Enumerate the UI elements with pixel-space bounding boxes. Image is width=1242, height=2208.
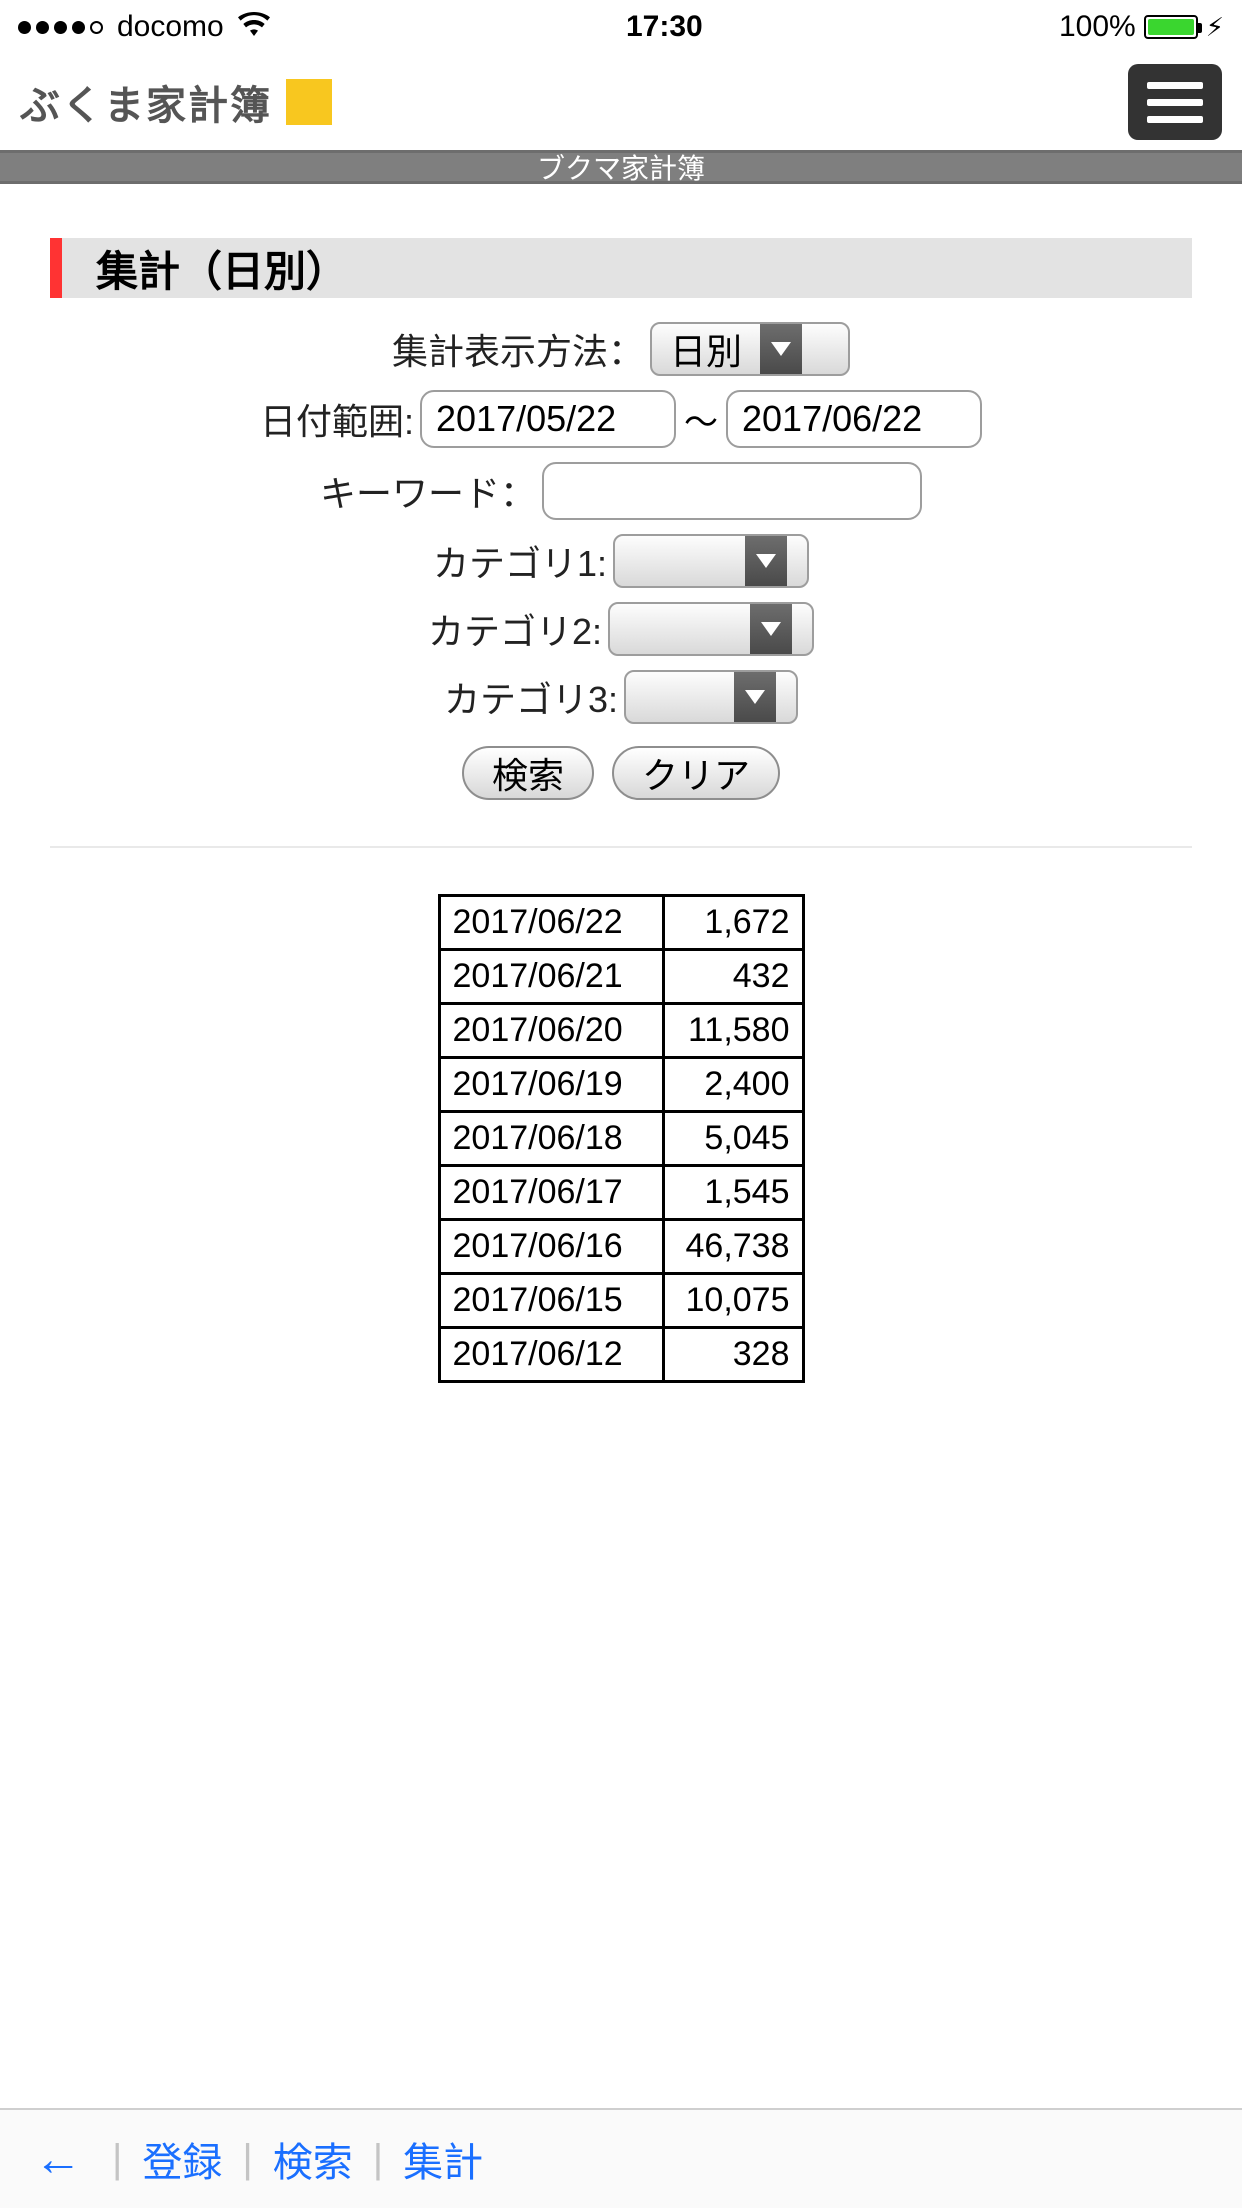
category1-label: カテゴリ1: [433,535,607,587]
menu-button[interactable] [1128,64,1222,140]
nav-aggregate[interactable]: 集計 [403,2130,483,2188]
date-cell: 2017/06/15 [439,1274,663,1328]
value-cell: 11,580 [663,1004,803,1058]
date-cell: 2017/06/17 [439,1166,663,1220]
battery-icon [1144,15,1198,39]
category3-label: カテゴリ3: [444,671,618,723]
table-row: 2017/06/12328 [439,1328,803,1382]
value-cell: 2,400 [663,1058,803,1112]
chevron-down-icon [750,604,792,654]
chevron-down-icon [760,324,802,374]
chevron-down-icon [734,672,776,722]
signal-dots [18,21,103,34]
separator [50,846,1192,848]
chevron-down-icon [745,536,787,586]
date-range-separator: 〜 [682,395,720,444]
wifi-icon [238,10,270,44]
date-from-input[interactable]: 2017/05/22 [420,390,676,448]
value-cell: 46,738 [663,1220,803,1274]
table-row: 2017/06/21432 [439,950,803,1004]
app-logo-text: ぶくま家計簿 [20,73,272,131]
table-row: 2017/06/1646,738 [439,1220,803,1274]
value-cell: 5,045 [663,1112,803,1166]
app-header: ぶくま家計簿 [0,54,1242,150]
date-cell: 2017/06/21 [439,950,663,1004]
clock: 17:30 [626,10,703,44]
value-cell: 328 [663,1328,803,1382]
table-row: 2017/06/192,400 [439,1058,803,1112]
date-cell: 2017/06/18 [439,1112,663,1166]
keyword-label: キーワード： [320,465,536,517]
app-logo-icon [286,79,332,125]
date-cell: 2017/06/19 [439,1058,663,1112]
category2-label: カテゴリ2: [428,603,602,655]
search-button[interactable]: 検索 [462,746,594,800]
category3-select[interactable] [624,670,798,724]
table-row: 2017/06/171,545 [439,1166,803,1220]
table-row: 2017/06/2011,580 [439,1004,803,1058]
table-row: 2017/06/1510,075 [439,1274,803,1328]
section-title: 集計（日別） [50,238,1192,298]
battery-percent: 100% [1059,10,1136,44]
display-method-label: 集計表示方法： [392,323,644,375]
nav-register[interactable]: 登録 [142,2130,222,2188]
bottom-toolbar: ← | 登録 | 検索 | 集計 [0,2108,1242,2208]
clear-button[interactable]: クリア [612,746,780,800]
date-cell: 2017/06/22 [439,896,663,950]
date-cell: 2017/06/20 [439,1004,663,1058]
date-range-label: 日付範囲: [260,393,414,445]
value-cell: 1,545 [663,1166,803,1220]
date-to-input[interactable]: 2017/06/22 [726,390,982,448]
category1-select[interactable] [613,534,809,588]
value-cell: 432 [663,950,803,1004]
table-row: 2017/06/185,045 [439,1112,803,1166]
display-method-select[interactable]: 日別 [650,322,850,376]
category2-select[interactable] [608,602,814,656]
results-table: 2017/06/221,6722017/06/214322017/06/2011… [438,894,805,1383]
page-subtitle-bar: ブクマ家計簿 [0,150,1242,184]
status-bar: docomo 17:30 100% ⚡︎ [0,0,1242,54]
nav-search[interactable]: 検索 [273,2130,353,2188]
date-cell: 2017/06/12 [439,1328,663,1382]
charging-icon: ⚡︎ [1206,12,1224,43]
date-cell: 2017/06/16 [439,1220,663,1274]
value-cell: 10,075 [663,1274,803,1328]
keyword-input[interactable] [542,462,922,520]
page-subtitle: ブクマ家計簿 [537,147,705,187]
carrier-label: docomo [117,10,224,44]
back-button[interactable]: ← [34,2132,92,2187]
table-row: 2017/06/221,672 [439,896,803,950]
value-cell: 1,672 [663,896,803,950]
